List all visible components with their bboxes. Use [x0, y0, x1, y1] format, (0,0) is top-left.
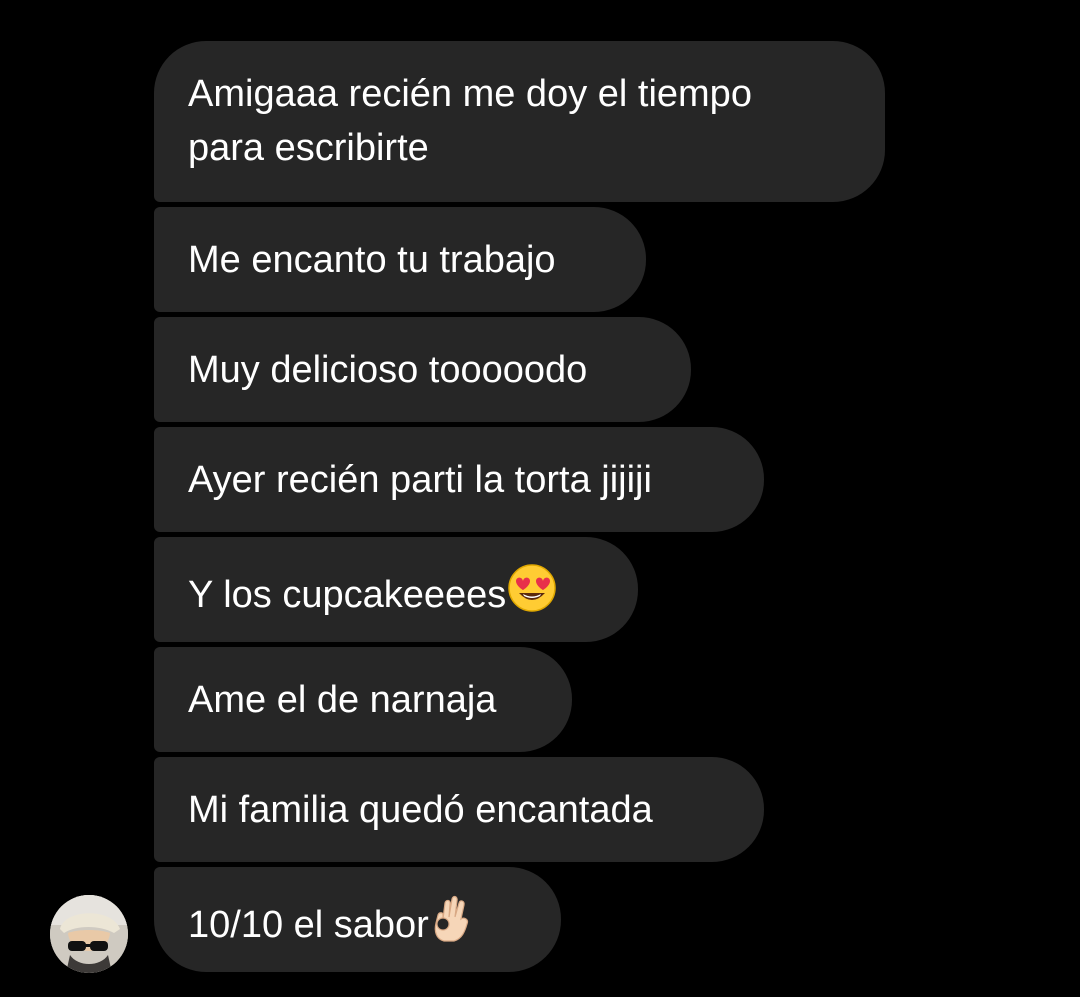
message-text: Me encanto tu trabajo [188, 239, 556, 281]
message-text: Mi familia quedó encantada [188, 789, 653, 831]
message-text: Ame el de narnaja [188, 679, 497, 721]
heart-eyes-emoji-icon [507, 563, 557, 628]
message-text: Ayer recién parti la torta jijiji [188, 459, 652, 501]
profile-photo-icon [50, 895, 128, 973]
message-bubble[interactable]: Me encanto tu trabajo [154, 207, 646, 312]
message-text: Muy delicioso tooooodo [188, 349, 588, 391]
message-text: 10/10 el sabor [188, 904, 429, 946]
message-bubble[interactable]: Ame el de narnaja [154, 647, 572, 752]
sender-avatar[interactable] [50, 895, 128, 973]
message-bubble[interactable]: Muy delicioso tooooodo [154, 317, 691, 422]
message-bubble[interactable]: Amigaaa recién me doy el tiempo para escr… [154, 41, 885, 202]
message-text: Y los cupcakeeees [188, 574, 507, 616]
ok-hand-emoji-icon [430, 893, 474, 958]
message-bubble[interactable]: Y los cupcakeeees [154, 537, 638, 642]
message-bubble[interactable]: 10/10 el sabor [154, 867, 561, 972]
message-bubble[interactable]: Ayer recién parti la torta jijiji [154, 427, 764, 532]
message-bubble[interactable]: Mi familia quedó encantada [154, 757, 764, 862]
message-text: Amigaaa recién me doy el tiempo para escr… [188, 73, 752, 169]
